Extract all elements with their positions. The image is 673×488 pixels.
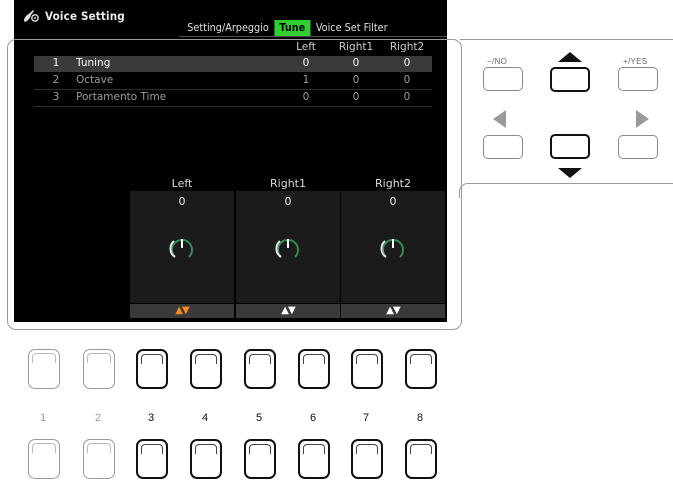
upper-button-8[interactable] bbox=[405, 349, 437, 389]
knob-dial-icon bbox=[275, 238, 299, 258]
no-button-label: −/NO bbox=[487, 57, 508, 66]
param-value-left: 1 bbox=[302, 74, 310, 86]
lower-button-2[interactable] bbox=[83, 439, 115, 479]
knob-panel-left[interactable]: 0 bbox=[130, 191, 234, 303]
yes-button[interactable] bbox=[618, 67, 658, 91]
button-number-4: 4 bbox=[201, 412, 209, 424]
column-header-right1: Right1 bbox=[338, 41, 374, 53]
knob-value: 0 bbox=[178, 195, 186, 208]
button-number-5: 5 bbox=[255, 412, 263, 424]
upper-button-3[interactable] bbox=[136, 349, 168, 389]
param-value-left: 0 bbox=[302, 57, 310, 69]
param-value-right2: 0 bbox=[403, 74, 411, 86]
down-arrow-icon bbox=[558, 168, 582, 178]
down-button[interactable] bbox=[550, 134, 590, 159]
knob-up-down-arrows-right2[interactable]: ▲▼ bbox=[341, 304, 445, 318]
knob-value: 0 bbox=[284, 195, 292, 208]
left-arrow-icon bbox=[493, 110, 506, 128]
tab-setting-arpeggio[interactable]: Setting/Arpeggio bbox=[182, 20, 274, 36]
knob-dial-icon bbox=[380, 238, 404, 258]
lower-button-4[interactable] bbox=[190, 439, 222, 479]
column-header-right2: Right2 bbox=[389, 41, 425, 53]
knob-up-down-arrows-left[interactable]: ▲▼ bbox=[130, 304, 234, 318]
yes-button-label: +/YES bbox=[623, 57, 648, 66]
upper-button-1[interactable] bbox=[28, 349, 60, 389]
upper-button-6[interactable] bbox=[298, 349, 330, 389]
upper-button-7[interactable] bbox=[351, 349, 383, 389]
bezel-line-mid bbox=[466, 183, 673, 184]
knob-value: 0 bbox=[389, 195, 397, 208]
knob-label-left: Left bbox=[171, 177, 193, 190]
screen-title-row: Voice Setting bbox=[22, 7, 134, 25]
param-value-right1: 0 bbox=[352, 57, 360, 69]
param-value-right2: 0 bbox=[403, 57, 411, 69]
lower-button-1[interactable] bbox=[28, 439, 60, 479]
lower-button-6[interactable] bbox=[298, 439, 330, 479]
button-number-7: 7 bbox=[362, 412, 370, 424]
left-button[interactable] bbox=[483, 135, 523, 159]
button-number-6: 6 bbox=[309, 412, 317, 424]
param-value-left: 0 bbox=[302, 91, 310, 103]
lcd-screen: Voice Setting Setting/Arpeggio Tune Voic… bbox=[14, 0, 447, 322]
voice-setting-icon bbox=[24, 10, 39, 22]
upper-button-4[interactable] bbox=[190, 349, 222, 389]
button-number-2: 2 bbox=[94, 412, 102, 424]
param-name: Tuning bbox=[76, 57, 111, 69]
param-value-right2: 0 bbox=[403, 91, 411, 103]
column-header-left: Left bbox=[296, 41, 316, 53]
knob-up-down-arrows-right1[interactable]: ▲▼ bbox=[236, 304, 340, 318]
upper-button-5[interactable] bbox=[244, 349, 276, 389]
button-number-1: 1 bbox=[39, 412, 47, 424]
param-row-tuning[interactable]: 1 Tuning 0 0 0 bbox=[34, 56, 432, 72]
up-arrow-icon bbox=[558, 52, 582, 62]
lower-button-7[interactable] bbox=[351, 439, 383, 479]
bezel-line-top bbox=[460, 39, 673, 40]
lower-button-3[interactable] bbox=[136, 439, 168, 479]
knob-label-right1: Right1 bbox=[270, 177, 306, 190]
tab-tune[interactable]: Tune bbox=[274, 20, 311, 36]
param-name: Portamento Time bbox=[76, 91, 167, 103]
knob-label-right2: Right2 bbox=[375, 177, 411, 190]
param-row-octave[interactable]: 2 Octave 1 0 0 bbox=[34, 73, 432, 90]
tab-voice-set-filter[interactable]: Voice Set Filter bbox=[311, 20, 393, 36]
param-number: 3 bbox=[52, 91, 60, 103]
no-button[interactable] bbox=[483, 67, 523, 91]
tab-divider bbox=[179, 36, 447, 37]
right-button[interactable] bbox=[618, 135, 658, 159]
lower-button-5[interactable] bbox=[244, 439, 276, 479]
param-row-portamento-time[interactable]: 3 Portamento Time 0 0 0 bbox=[34, 90, 432, 107]
up-button[interactable] bbox=[550, 67, 590, 92]
tab-bar: Setting/Arpeggio Tune Voice Set Filter bbox=[182, 20, 393, 36]
button-number-8: 8 bbox=[416, 412, 424, 424]
right-arrow-icon bbox=[636, 110, 649, 128]
knob-dial-icon bbox=[169, 238, 193, 258]
param-value-right1: 0 bbox=[352, 91, 360, 103]
param-value-right1: 0 bbox=[352, 74, 360, 86]
param-number: 2 bbox=[52, 74, 60, 86]
param-name: Octave bbox=[76, 74, 114, 86]
knob-panel-right2[interactable]: 0 bbox=[341, 191, 445, 303]
bezel-line-curve bbox=[459, 183, 474, 198]
knob-panel-right1[interactable]: 0 bbox=[236, 191, 340, 303]
upper-button-2[interactable] bbox=[83, 349, 115, 389]
param-number: 1 bbox=[52, 57, 60, 69]
button-number-3: 3 bbox=[147, 412, 155, 424]
page-title: Voice Setting bbox=[45, 9, 125, 23]
lower-button-8[interactable] bbox=[405, 439, 437, 479]
